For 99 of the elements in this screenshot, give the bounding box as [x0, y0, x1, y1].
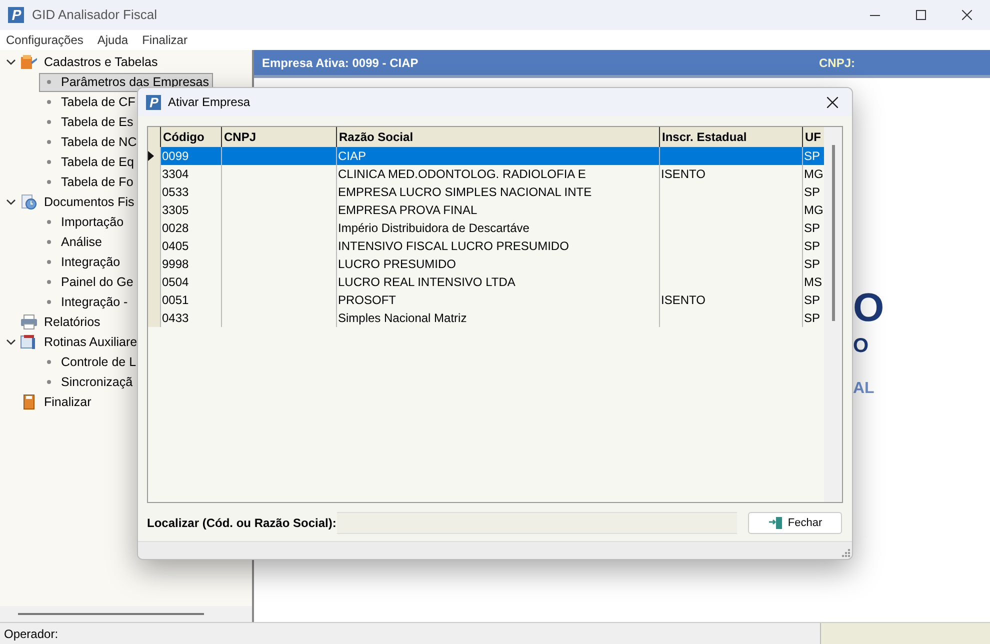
dialog-title: Ativar Empresa	[168, 94, 250, 111]
table-cell: MS	[804, 275, 822, 289]
bullet-icon	[47, 240, 51, 244]
tree-item[interactable]: Tabela de Eq	[39, 152, 138, 172]
table-cell: SP	[804, 239, 820, 253]
tree-item[interactable]: Tabela de Fo	[39, 172, 138, 192]
printer-icon	[20, 314, 38, 330]
chevron-icon[interactable]	[6, 57, 16, 67]
table-cell: 0028	[162, 221, 189, 235]
bullet-icon	[47, 220, 51, 224]
row-pointer-icon	[148, 151, 154, 161]
logo-text: AL	[853, 380, 874, 398]
tree-item[interactable]: Integração -	[39, 292, 132, 312]
table-cell: Simples Nacional Matriz	[338, 311, 467, 325]
close-dialog-button[interactable]: Fechar	[748, 512, 842, 534]
bullet-icon	[47, 100, 51, 104]
operator-label: Operador:	[3, 626, 58, 642]
table-cell: MG	[804, 167, 824, 181]
exit-door-icon	[768, 516, 784, 530]
tree-item[interactable]: Documentos Fis	[44, 192, 134, 212]
clock-document-icon	[20, 194, 38, 210]
resize-grip-icon[interactable]	[842, 549, 850, 557]
tree-item[interactable]: Análise	[39, 232, 106, 252]
bullet-icon	[47, 180, 51, 184]
table-cell: 0051	[162, 293, 189, 307]
search-label: Localizar (Cód. ou Razão Social):	[147, 515, 337, 532]
cnpj-label: CNPJ:	[818, 54, 855, 72]
bullet-icon	[47, 260, 51, 264]
tree-item[interactable]: Cadastros e Tabelas	[44, 52, 158, 72]
table-cell: PROSOFT	[338, 293, 396, 307]
table-cell: SP	[804, 185, 820, 199]
tree-item[interactable]: Rotinas Auxiliare	[44, 332, 138, 352]
table-cell: INTENSIVO FISCAL LUCRO PRESUMIDO	[338, 239, 569, 253]
table-cell: EMPRESA PROVA FINAL	[338, 203, 478, 217]
tree-item[interactable]: Finalizar	[44, 392, 92, 412]
tree-item[interactable]: Integração	[39, 252, 124, 272]
scrollbar-thumb[interactable]	[18, 613, 204, 615]
window-title: GID Analisador Fiscal	[32, 6, 157, 24]
scrollbar-thumb[interactable]	[832, 145, 834, 321]
table-cell: 0099	[162, 149, 189, 163]
bullet-icon	[47, 160, 51, 164]
table-cell: 0433	[162, 311, 189, 325]
table-cell: SP	[804, 293, 820, 307]
bullet-icon	[47, 120, 51, 124]
tools-icon	[20, 334, 38, 350]
active-company-text: Empresa Ativa: 0099 - CIAP	[262, 54, 418, 72]
table-cell: 0504	[162, 275, 189, 289]
logo-text: O	[853, 334, 869, 358]
tree-item[interactable]: Importação	[39, 212, 128, 232]
menu-item[interactable]: Finalizar	[142, 31, 188, 49]
tree-item[interactable]: Parâmetros das Empresas	[39, 72, 213, 92]
vertical-scrollbar[interactable]	[824, 127, 842, 502]
bullet-icon	[47, 280, 51, 284]
menu-item[interactable]: Configurações	[6, 31, 84, 49]
bullet-icon	[47, 360, 51, 364]
folder-icon	[20, 54, 38, 70]
menu-item[interactable]: Ajuda	[97, 31, 128, 49]
table-cell: ISENTO	[661, 293, 706, 307]
table-cell: SP	[804, 221, 820, 235]
tree-item[interactable]: Tabela de Es	[39, 112, 138, 132]
table-cell: Império Distribuidora de Descartáve	[338, 221, 530, 235]
bullet-icon	[47, 300, 51, 304]
table-cell: LUCRO PRESUMIDO	[338, 257, 456, 271]
table-cell: CLINICA MED.ODONTOLOG. RADIOLOFIA E	[338, 167, 586, 181]
tree-item[interactable]: Sincronizaçã	[39, 372, 137, 392]
logo-text: O	[853, 288, 884, 328]
table-cell: 9998	[162, 257, 189, 271]
row-header-cell[interactable]	[148, 309, 160, 327]
app-logo-icon	[146, 94, 161, 110]
table-cell: EMPRESA LUCRO SIMPLES NACIONAL INTE	[338, 185, 592, 199]
close-icon	[962, 10, 972, 20]
table-cell: 0405	[162, 239, 189, 253]
minimize-icon	[870, 14, 880, 16]
bullet-icon	[47, 140, 51, 144]
table-cell: SP	[804, 257, 820, 271]
table-cell: MG	[804, 203, 824, 217]
tree-item[interactable]: Painel do Ge	[39, 272, 138, 292]
table-cell: 3305	[162, 203, 189, 217]
chevron-icon[interactable]	[6, 197, 16, 207]
search-field[interactable]	[337, 512, 737, 534]
tree-item[interactable]: Controle de L	[39, 352, 140, 372]
chevron-icon[interactable]	[6, 337, 16, 347]
horizontal-scrollbar[interactable]	[0, 606, 252, 622]
table-cell: LUCRO REAL INTENSIVO LTDA	[338, 275, 516, 289]
table-row[interactable]: 0099 CIAP SP	[160, 147, 824, 165]
maximize-icon	[916, 10, 926, 20]
table-cell: SP	[804, 149, 820, 163]
table-cell: SP	[804, 311, 820, 325]
app-logo-icon	[8, 7, 24, 23]
bullet-icon	[47, 380, 51, 384]
table-cell: CIAP	[338, 149, 366, 163]
tree-item[interactable]: Tabela de CF	[39, 92, 140, 112]
close-icon	[826, 96, 838, 108]
table-cell: ISENTO	[661, 167, 706, 181]
table-cell: 0533	[162, 185, 189, 199]
tree-item[interactable]: Relatórios	[44, 312, 100, 332]
table-cell: 3304	[162, 167, 189, 181]
bullet-icon	[47, 80, 51, 84]
tree-item[interactable]: Tabela de NC	[39, 132, 141, 152]
